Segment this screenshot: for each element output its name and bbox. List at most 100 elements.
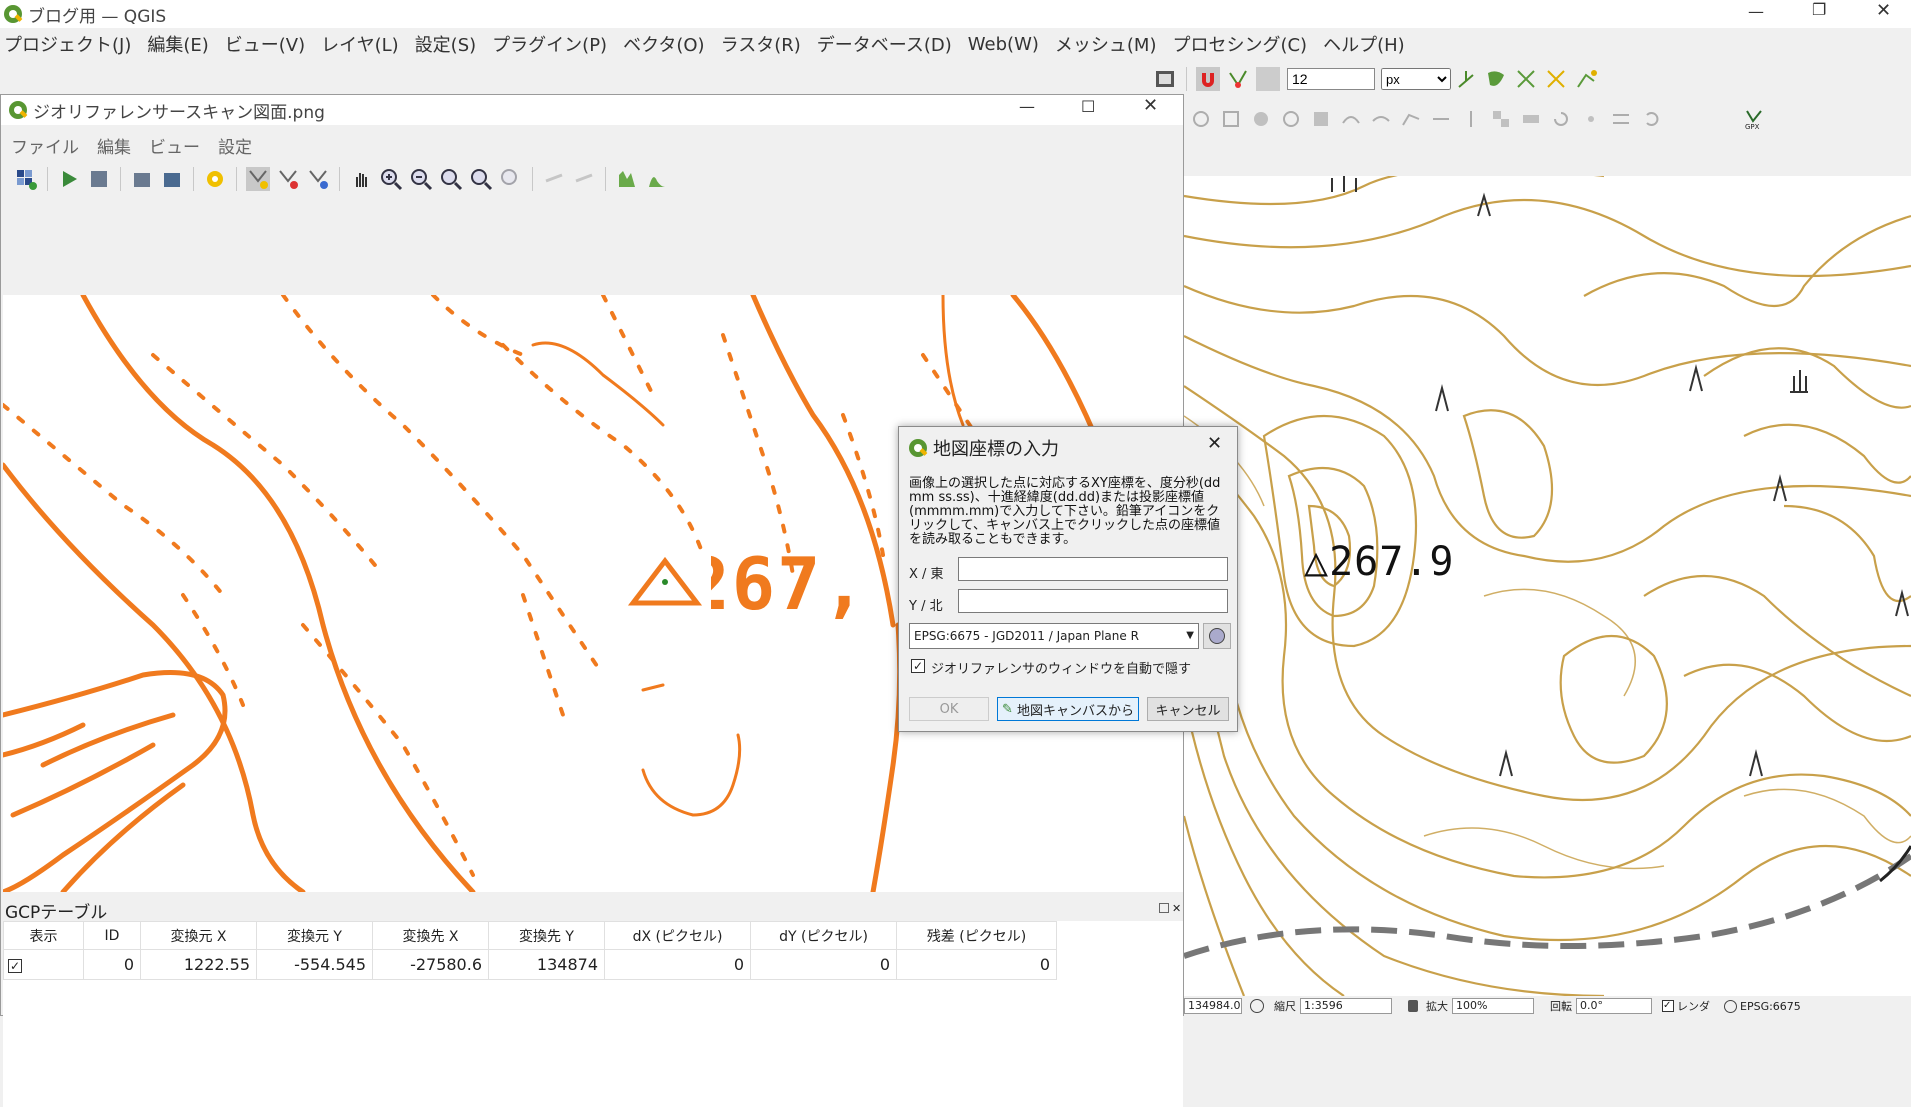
pan-hand-icon[interactable]: [349, 167, 373, 191]
link-qgis-icon[interactable]: [572, 167, 596, 191]
render-checkbox[interactable]: ✓: [1662, 1000, 1674, 1012]
georef-maximize-button[interactable]: ☐: [1081, 97, 1095, 116]
menu-processing[interactable]: プロセシング(C): [1172, 31, 1307, 57]
menu-database[interactable]: データベース(D): [817, 31, 952, 57]
link-georef-icon[interactable]: [542, 167, 566, 191]
add-part-icon[interactable]: [1219, 107, 1243, 131]
digitize-icon[interactable]: [1153, 67, 1177, 91]
crs-globe-icon[interactable]: [1724, 999, 1737, 1013]
table-row[interactable]: ✓ 0 1222.55 -554.545 -27580.6 134874 0 0…: [3, 949, 1057, 980]
zoom-out-icon[interactable]: [409, 167, 433, 191]
select-crs-button[interactable]: [1203, 623, 1231, 649]
restore-button[interactable]: ❐: [1812, 0, 1826, 19]
load-gcp-icon[interactable]: [130, 167, 154, 191]
close-window-button[interactable]: ✕: [1876, 0, 1891, 21]
menu-mesh[interactable]: メッシュ(M): [1055, 31, 1157, 57]
merge-features-icon[interactable]: [1489, 107, 1513, 131]
snapping-magnet-icon[interactable]: [1196, 67, 1220, 91]
offset-point-icon[interactable]: [1579, 107, 1603, 131]
full-histogram-icon[interactable]: [615, 167, 639, 191]
col-src-y[interactable]: 変換元 Y: [256, 921, 373, 950]
menu-layer[interactable]: レイヤ(L): [321, 31, 399, 57]
dock-float-button[interactable]: [1159, 903, 1169, 913]
georef-menu-file[interactable]: ファイル: [11, 133, 79, 158]
offset-curve-icon[interactable]: [1369, 107, 1393, 131]
col-visible[interactable]: 表示: [3, 921, 84, 950]
menu-plugins[interactable]: プラグイン(P): [492, 31, 607, 57]
row-dx[interactable]: 0: [604, 949, 751, 980]
row-src-y[interactable]: -554.545: [256, 949, 373, 980]
row-dy[interactable]: 0: [750, 949, 897, 980]
scale-select[interactable]: 1:3596: [1300, 998, 1392, 1014]
align-icon[interactable]: [1609, 107, 1633, 131]
snap-tolerance-input[interactable]: [1287, 68, 1375, 90]
dock-close-button[interactable]: ✕: [1172, 902, 1181, 915]
magnify-spinbox[interactable]: 100%: [1452, 998, 1534, 1014]
menu-view[interactable]: ビュー(V): [225, 31, 305, 57]
georef-menu-view[interactable]: ビュー: [149, 133, 200, 158]
snap-unit-select[interactable]: px: [1381, 68, 1451, 90]
delete-part-icon[interactable]: [1309, 107, 1333, 131]
crs-status[interactable]: EPSG:6675: [1740, 1000, 1801, 1013]
row-id[interactable]: 0: [83, 949, 141, 980]
local-histogram-icon[interactable]: [645, 167, 669, 191]
col-dy[interactable]: dY (ピクセル): [750, 921, 897, 950]
self-snap-icon[interactable]: [1574, 67, 1598, 91]
open-raster-icon[interactable]: [14, 167, 38, 191]
row-residual[interactable]: 0: [896, 949, 1057, 980]
zoom-in-icon[interactable]: [379, 167, 403, 191]
add-point-icon[interactable]: [246, 167, 270, 191]
snap-tolerance-icon[interactable]: [1256, 67, 1280, 91]
dialog-close-button[interactable]: ✕: [1207, 433, 1222, 454]
trace-icon[interactable]: [1454, 67, 1478, 91]
col-src-x[interactable]: 変換元 X: [140, 921, 257, 950]
georef-minimize-button[interactable]: —: [1019, 97, 1035, 116]
simplify-icon[interactable]: [1399, 107, 1423, 131]
y-north-input[interactable]: [958, 589, 1228, 613]
transformation-settings-icon[interactable]: [203, 167, 227, 191]
zoom-next-icon[interactable]: [499, 167, 523, 191]
georef-close-button[interactable]: ✕: [1143, 95, 1158, 116]
coordinate-field[interactable]: 134984.0: [1184, 998, 1242, 1014]
start-georeferencing-icon[interactable]: [57, 167, 81, 191]
undo-icon[interactable]: [1639, 107, 1663, 131]
minimize-button[interactable]: —: [1748, 2, 1764, 21]
add-ring-icon[interactable]: [1189, 107, 1213, 131]
zoom-last-icon[interactable]: [469, 167, 493, 191]
rotation-spinbox[interactable]: 0.0°: [1576, 998, 1652, 1014]
gpx-icon[interactable]: GPX: [1741, 107, 1765, 131]
col-dst-x[interactable]: 変換先 X: [372, 921, 489, 950]
menu-settings[interactable]: 設定(S): [415, 31, 476, 57]
delete-ring-icon[interactable]: [1279, 107, 1303, 131]
row-dst-x[interactable]: -27580.6: [372, 949, 489, 980]
menu-raster[interactable]: ラスタ(R): [721, 31, 801, 57]
col-residual[interactable]: 残差 (ピクセル): [896, 921, 1057, 950]
menu-edit[interactable]: 編集(E): [147, 31, 208, 57]
split-parts-icon[interactable]: [1459, 107, 1483, 131]
generate-gdal-script-icon[interactable]: [87, 167, 111, 191]
main-map-canvas[interactable]: △267.9: [1184, 176, 1911, 996]
menu-web[interactable]: Web(W): [968, 34, 1039, 55]
fill-ring-icon[interactable]: [1249, 107, 1273, 131]
snap-vertex-icon[interactable]: [1226, 67, 1250, 91]
menu-help[interactable]: ヘルプ(H): [1323, 31, 1405, 57]
save-gcp-icon[interactable]: [160, 167, 184, 191]
georef-menu-edit[interactable]: 編集: [97, 133, 131, 158]
row-src-x[interactable]: 1222.55: [140, 949, 257, 980]
reshape-icon[interactable]: [1339, 107, 1363, 131]
topology-icon[interactable]: [1484, 67, 1508, 91]
lock-icon[interactable]: [1408, 1000, 1418, 1012]
georef-menu-settings[interactable]: 設定: [218, 133, 252, 158]
merge-attributes-icon[interactable]: [1519, 107, 1543, 131]
menu-project[interactable]: プロジェクト(J): [4, 31, 131, 57]
x-east-input[interactable]: [958, 557, 1228, 581]
zoom-layer-icon[interactable]: [439, 167, 463, 191]
menu-vector[interactable]: ベクタ(O): [623, 31, 705, 57]
split-features-icon[interactable]: [1429, 107, 1453, 131]
col-id[interactable]: ID: [83, 921, 141, 950]
split-snap-icon[interactable]: [1544, 67, 1568, 91]
ok-button[interactable]: OK: [909, 697, 989, 721]
delete-point-icon[interactable]: [276, 167, 300, 191]
rotate-point-icon[interactable]: [1549, 107, 1573, 131]
move-gcp-icon[interactable]: [306, 167, 330, 191]
